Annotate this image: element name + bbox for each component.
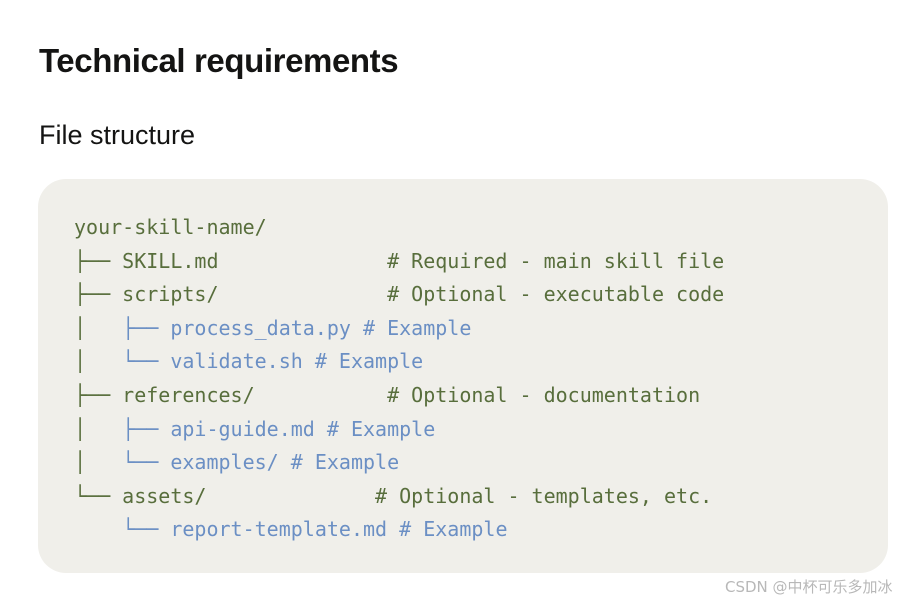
code-line: ├── SKILL.md # Required - main skill fil… (74, 245, 724, 279)
code-line: │ └── examples/ # Example (74, 446, 724, 480)
code-text: ├── references/ # Optional - documentati… (74, 382, 701, 407)
code-text: ├── scripts/ # Optional - executable cod… (74, 282, 725, 307)
code-text: ├── api-guide.md # Example (122, 416, 436, 441)
code-text: ├── process_data.py # Example (122, 315, 472, 340)
code-line: your-skill-name/ (74, 211, 724, 245)
section-heading: Technical requirements (39, 42, 399, 79)
tree-prefix: │ (74, 349, 123, 374)
code-line: └── assets/ # Optional - templates, etc. (74, 480, 724, 514)
watermark: CSDN @中杯可乐多加冰 (725, 578, 893, 596)
subsection-heading: File structure (39, 120, 196, 150)
code-line: │ ├── process_data.py # Example (74, 312, 724, 346)
tree-prefix: │ (74, 315, 123, 340)
code-line: │ └── validate.sh # Example (74, 345, 724, 379)
tree-prefix: │ (74, 416, 123, 441)
code-block: your-skill-name/ ├── SKILL.md # Required … (38, 179, 888, 573)
code-line: ├── scripts/ # Optional - executable cod… (74, 278, 724, 312)
file-tree: your-skill-name/ ├── SKILL.md # Required … (74, 211, 724, 547)
code-line: ├── references/ # Optional - documentati… (74, 379, 724, 413)
code-text: └── examples/ # Example (122, 450, 400, 475)
tree-prefix (74, 517, 122, 541)
code-text: └── assets/ # Optional - templates, etc. (74, 483, 713, 508)
code-text: ├── SKILL.md # Required - main skill fil… (74, 248, 725, 273)
code-line: └── report-template.md # Example (74, 513, 724, 547)
code-text: your-skill-name/ (74, 215, 267, 239)
tree-prefix: │ (74, 450, 123, 475)
code-text: └── report-template.md # Example (122, 517, 508, 542)
code-text: └── validate.sh # Example (122, 349, 424, 374)
code-line: │ ├── api-guide.md # Example (74, 413, 724, 447)
